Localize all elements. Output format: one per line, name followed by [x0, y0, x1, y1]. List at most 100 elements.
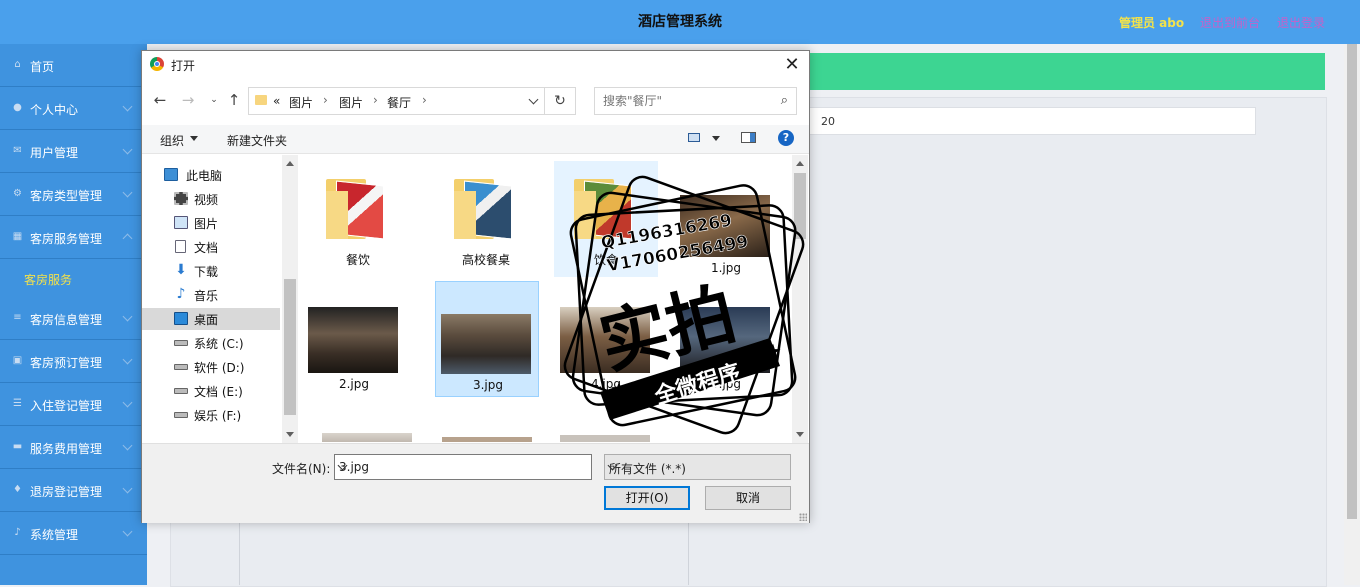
- sidebar-item-room-info[interactable]: ≡ 客房信息管理: [0, 297, 147, 340]
- page-scrollbar-thumb[interactable]: [1347, 44, 1357, 519]
- chevron-down-icon: [122, 526, 133, 537]
- tree-item-drive-d[interactable]: 软件 (D:): [142, 356, 280, 378]
- tree-item-downloads[interactable]: ⬇ 下载: [142, 260, 280, 282]
- filename-input[interactable]: 3.jpg: [334, 454, 592, 480]
- search-input[interactable]: [603, 93, 763, 109]
- image-thumbnail-partial: [322, 433, 412, 442]
- tree-item-label: 音乐: [194, 289, 219, 303]
- home-icon: ⌂: [14, 59, 21, 70]
- file-name: 4.jpg: [590, 377, 622, 391]
- organize-button[interactable]: 组织: [160, 132, 184, 149]
- file-item-folder[interactable]: 高校餐桌: [434, 161, 538, 277]
- cancel-button[interactable]: 取消: [705, 486, 791, 510]
- tree-scrollbar[interactable]: [282, 155, 298, 443]
- tree-item-this-pc[interactable]: 此电脑: [142, 164, 280, 186]
- view-mode-icon[interactable]: [688, 133, 700, 142]
- sliders-icon: ☰: [13, 398, 22, 409]
- scroll-up-icon[interactable]: [796, 161, 804, 166]
- file-open-dialog: 打开 ✕ ← → ⌄ ↑ « 图片 › 图片 › 餐厅 › ↻ ⌕ 组织 新建文…: [141, 50, 810, 523]
- breadcrumb-item[interactable]: 餐厅: [387, 94, 411, 111]
- tree-item-label: 文档: [194, 241, 219, 255]
- sidebar-item-label: 客房信息管理: [30, 313, 103, 327]
- recent-dropdown-icon[interactable]: ⌄: [206, 92, 222, 108]
- caret-down-icon[interactable]: [712, 136, 720, 141]
- sidebar-item-checkout[interactable]: ♦ 退房登记管理: [0, 469, 147, 512]
- tree-item-desktop[interactable]: 桌面: [142, 308, 280, 330]
- tree-item-drive-e[interactable]: 文档 (E:): [142, 380, 280, 402]
- back-to-front-link[interactable]: 退出到前台: [1200, 14, 1260, 31]
- tree-item-label: 系统 (C:): [194, 337, 244, 351]
- tree-item-videos[interactable]: 视频: [142, 188, 280, 210]
- tree-scrollbar-thumb[interactable]: [284, 279, 296, 415]
- file-item-image[interactable]: 5.jpg: [674, 279, 778, 395]
- help-icon[interactable]: ?: [778, 130, 794, 146]
- video-icon: [174, 192, 188, 205]
- scroll-down-icon[interactable]: [286, 432, 294, 437]
- logout-link[interactable]: 退出登录: [1277, 14, 1325, 31]
- back-arrow-icon[interactable]: ←: [152, 92, 168, 108]
- chrome-icon: [150, 57, 164, 71]
- files-scrollbar[interactable]: [792, 155, 808, 443]
- image-thumbnail-partial: [442, 437, 532, 442]
- tree-item-pictures[interactable]: 图片: [142, 212, 280, 234]
- filetype-select[interactable]: 所有文件 (*.*): [604, 454, 791, 480]
- file-item-image[interactable]: 1.jpg: [674, 161, 778, 277]
- drive-icon: [174, 412, 188, 418]
- sidebar-item-service-fees[interactable]: ▬ 服务费用管理: [0, 426, 147, 469]
- open-button[interactable]: 打开(O): [604, 486, 690, 510]
- chevron-down-icon[interactable]: [528, 94, 539, 105]
- chevron-down-icon: [122, 187, 133, 198]
- file-item-image-selected[interactable]: 3.jpg: [435, 281, 539, 397]
- chevron-down-icon: [122, 483, 133, 494]
- new-folder-button[interactable]: 新建文件夹: [227, 132, 287, 149]
- refresh-icon[interactable]: ↻: [544, 88, 575, 114]
- up-arrow-icon[interactable]: ↑: [226, 92, 242, 108]
- resize-grip-icon[interactable]: [799, 513, 807, 521]
- sidebar-item-users[interactable]: ✉ 用户管理: [0, 130, 147, 173]
- files-scrollbar-thumb[interactable]: [794, 173, 806, 239]
- scroll-up-icon[interactable]: [286, 161, 294, 166]
- tree-item-drive-f[interactable]: 娱乐 (F:): [142, 404, 280, 426]
- chevron-down-icon: [122, 397, 133, 408]
- breadcrumb-overflow[interactable]: «: [273, 94, 280, 108]
- sidebar-item-room-service[interactable]: ▦ 客房服务管理: [0, 216, 147, 259]
- form-field-value: 20: [821, 115, 835, 128]
- folder-icon: [574, 179, 638, 240]
- forward-arrow-icon[interactable]: →: [180, 92, 196, 108]
- sidebar-item-room-types[interactable]: ⚙ 客房类型管理: [0, 173, 147, 216]
- dialog-titlebar[interactable]: 打开 ✕: [142, 51, 809, 79]
- form-field[interactable]: 20: [808, 107, 1256, 135]
- sidebar-item-label: 服务费用管理: [30, 442, 103, 456]
- sidebar-subitem-label: 客房服务: [24, 273, 73, 287]
- breadcrumb-separator: ›: [422, 93, 427, 107]
- sidebar-item-label: 用户管理: [30, 146, 79, 160]
- preview-pane-icon[interactable]: [741, 132, 756, 143]
- file-grid: 餐饮 高校餐桌 饮食 1.jpg 2.jpg 3.jpg 4.jpg 5.jpg: [302, 159, 792, 442]
- caret-down-icon[interactable]: [190, 136, 198, 141]
- file-item-image[interactable]: 4.jpg: [554, 279, 658, 395]
- scroll-down-icon[interactable]: [796, 432, 804, 437]
- sidebar-item-profile[interactable]: ● 个人中心: [0, 87, 147, 130]
- close-icon[interactable]: ✕: [781, 54, 803, 76]
- search-box[interactable]: ⌕: [594, 87, 797, 115]
- breadcrumb-item[interactable]: 图片: [339, 94, 363, 111]
- search-icon[interactable]: ⌕: [781, 93, 788, 108]
- breadcrumb-item[interactable]: 图片: [289, 94, 313, 111]
- tree-item-documents[interactable]: 文档: [142, 236, 280, 258]
- tree-item-label: 此电脑: [186, 169, 223, 183]
- page-scrollbar[interactable]: [1344, 44, 1360, 585]
- sidebar-subitem-room-service[interactable]: 客房服务: [0, 259, 147, 298]
- file-item-image[interactable]: 2.jpg: [302, 279, 406, 395]
- file-item-folder[interactable]: 餐饮: [306, 161, 410, 277]
- tree-item-music[interactable]: ♪ 音乐: [142, 284, 280, 306]
- tree-item-label: 桌面: [194, 313, 219, 327]
- dialog-toolbar: 组织 新建文件夹 ?: [142, 125, 809, 154]
- sidebar-item-system[interactable]: ♪ 系统管理: [0, 512, 147, 555]
- chevron-down-icon: [122, 101, 133, 112]
- tree-item-drive-c[interactable]: 系统 (C:): [142, 332, 280, 354]
- sidebar-item-booking[interactable]: ▣ 客房预订管理: [0, 340, 147, 383]
- address-bar[interactable]: « 图片 › 图片 › 餐厅 › ↻: [248, 87, 576, 115]
- file-item-folder[interactable]: 饮食: [554, 161, 658, 277]
- sidebar-item-home[interactable]: ⌂ 首页: [0, 44, 147, 87]
- sidebar-item-checkin[interactable]: ☰ 入住登记管理: [0, 383, 147, 426]
